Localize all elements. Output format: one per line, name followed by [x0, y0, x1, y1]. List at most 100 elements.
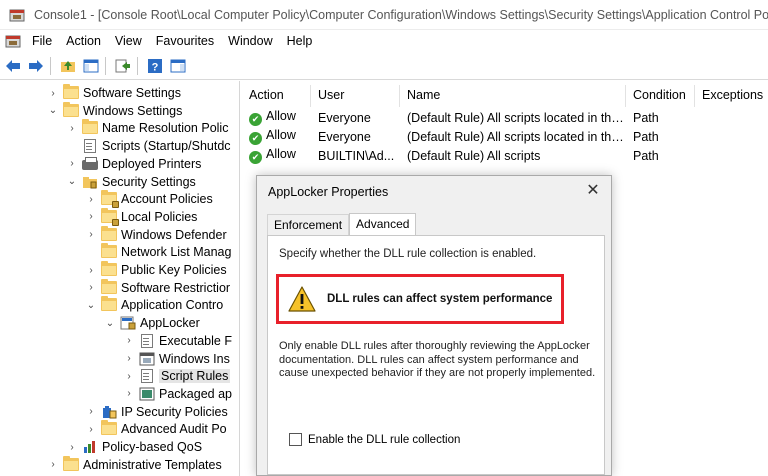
tree-item[interactable]: › Policy-based QoS	[66, 438, 202, 456]
cell-condition: Path	[633, 110, 659, 125]
cell-condition: Path	[633, 129, 659, 144]
chevron-right-icon[interactable]: ›	[85, 211, 97, 222]
forward-arrow-icon[interactable]	[26, 56, 46, 76]
chevron-right-icon[interactable]: ›	[85, 406, 97, 417]
console-tree[interactable]: › Software Settings ⌄ Windows Settings › Name…	[0, 81, 240, 476]
folder-icon	[101, 278, 117, 295]
chevron-right-icon[interactable]: ›	[85, 424, 97, 435]
chevron-right-icon[interactable]: ›	[66, 123, 78, 134]
qos-chart-icon	[82, 440, 98, 454]
locked-folder-icon	[101, 190, 119, 209]
tree-item[interactable]: › Deployed Printers	[66, 155, 201, 173]
tree-item[interactable]: › Software Settings	[47, 84, 181, 102]
tree-item-label: Local Policies	[121, 209, 198, 224]
tree-item[interactable]: Scripts (Startup/Shutdc	[66, 137, 231, 155]
warning-icon	[287, 285, 317, 313]
cell-user: Everyone	[318, 129, 371, 144]
tree-item-label: Windows Settings	[83, 103, 183, 118]
system-menu-icon[interactable]	[5, 33, 21, 49]
menu-bar: File Action View Favourites Window Help	[0, 30, 768, 52]
tree-item[interactable]: › Administrative Templates	[47, 455, 222, 474]
close-icon[interactable]: ✕	[581, 180, 605, 202]
chevron-right-icon[interactable]: ›	[123, 388, 135, 399]
cell-user: BUILTIN\Ad...	[318, 148, 395, 163]
tree-item-label: Windows Ins	[159, 351, 230, 366]
chevron-down-icon[interactable]: ⌄	[66, 176, 78, 187]
column-header-name[interactable]: Name	[400, 85, 626, 107]
chevron-right-icon[interactable]: ›	[66, 442, 78, 453]
chevron-down-icon[interactable]: ⌄	[85, 300, 97, 311]
toolbar-separator	[137, 56, 138, 75]
tree-item[interactable]: ⌄ Security Settings	[66, 173, 196, 191]
table-row[interactable]: ✔ Allow BUILTIN\Ad... (Default Rule) All sc…	[242, 146, 768, 165]
cell-action: ✔ Allow	[242, 109, 311, 126]
show-hide-tree-icon[interactable]	[81, 56, 101, 76]
table-row[interactable]: ✔ Allow Everyone (Default Rule) All scripts…	[242, 108, 768, 127]
packaged-app-icon	[139, 387, 155, 401]
tree-item-label: Scripts (Startup/Shutdc	[102, 139, 231, 154]
chevron-right-icon[interactable]: ›	[47, 88, 59, 99]
column-header-exceptions[interactable]: Exceptions	[695, 85, 768, 107]
action-text: Allow	[266, 128, 296, 142]
chevron-right-icon[interactable]: ›	[85, 229, 97, 240]
cell-action: ✔ Allow	[242, 128, 311, 145]
tab-advanced[interactable]: Advanced	[349, 213, 417, 235]
chevron-right-icon[interactable]: ›	[85, 282, 97, 293]
tree-item[interactable]: › Local Policies	[85, 207, 198, 226]
tree-item-label: Software Settings	[83, 86, 181, 100]
folder-icon	[82, 119, 98, 135]
up-folder-icon[interactable]	[58, 56, 78, 76]
menu-favourites[interactable]: Favourites	[149, 30, 221, 52]
column-header-user[interactable]: User	[311, 85, 400, 107]
tree-item[interactable]: › Executable F	[123, 332, 232, 350]
chevron-right-icon[interactable]: ›	[47, 459, 59, 470]
chevron-right-icon[interactable]: ›	[66, 158, 78, 169]
back-arrow-icon[interactable]	[3, 56, 23, 76]
menu-file[interactable]: File	[25, 30, 59, 52]
tree-item[interactable]: › Windows Defender	[85, 225, 227, 244]
export-list-icon[interactable]	[113, 56, 133, 76]
tree-item[interactable]: Network List Manag	[85, 243, 231, 261]
tree-item[interactable]: › Script Rules	[123, 367, 231, 385]
advanced-tab-panel: Specify whether the DLL rule collection …	[267, 235, 605, 475]
column-header-condition[interactable]: Condition	[626, 85, 695, 107]
tree-item[interactable]: › Public Key Policies	[85, 261, 227, 279]
menu-action[interactable]: Action	[59, 30, 108, 52]
chevron-right-icon[interactable]: ›	[123, 353, 135, 364]
chevron-right-icon[interactable]: ›	[123, 335, 135, 346]
column-header-action[interactable]: Action	[242, 85, 311, 107]
table-row[interactable]: ✔ Allow Everyone (Default Rule) All scripts…	[242, 127, 768, 146]
ip-security-icon	[101, 405, 117, 419]
show-hide-action-pane-icon[interactable]	[168, 56, 188, 76]
enable-dll-rule-label[interactable]: Enable the DLL rule collection	[308, 434, 460, 446]
menu-view[interactable]: View	[108, 30, 149, 52]
cell-name: (Default Rule) All scripts	[407, 148, 541, 163]
help-icon[interactable]: ?	[145, 56, 165, 76]
chevron-down-icon[interactable]: ⌄	[47, 105, 59, 116]
menu-window[interactable]: Window	[221, 30, 279, 52]
tree-item[interactable]: › Advanced Audit Po	[85, 420, 227, 438]
chevron-right-icon[interactable]: ›	[85, 194, 97, 205]
applocker-properties-dialog: AppLocker Properties ✕ Enforcement Advan…	[256, 175, 612, 476]
chevron-right-icon[interactable]: ›	[123, 371, 135, 382]
tab-enforcement[interactable]: Enforcement	[267, 214, 350, 235]
folder-icon	[63, 84, 79, 100]
chevron-right-icon[interactable]: ›	[85, 265, 97, 276]
enable-dll-rule-row[interactable]: Enable the DLL rule collection	[289, 433, 460, 446]
menu-help[interactable]: Help	[280, 30, 320, 52]
folder-icon	[101, 225, 117, 242]
tree-item[interactable]: ⌄ AppLocker	[104, 314, 200, 332]
tree-item[interactable]: › Windows Ins	[123, 350, 230, 368]
tree-item[interactable]: ⌄ Windows Settings	[47, 101, 183, 120]
tree-item[interactable]: › Packaged ap	[123, 385, 232, 403]
folder-icon	[101, 261, 117, 277]
enable-dll-rule-checkbox[interactable]	[289, 433, 302, 446]
chevron-down-icon[interactable]: ⌄	[104, 318, 116, 329]
tree-item-label: Account Policies	[121, 192, 213, 207]
tree-item[interactable]: › Software Restrictior	[85, 278, 231, 297]
tree-item[interactable]: › Name Resolution Polic	[66, 119, 228, 137]
tree-item[interactable]: ⌄ Application Contro	[85, 296, 223, 314]
tree-item[interactable]: › IP Security Policies	[85, 403, 227, 421]
tree-item-label: Software Restrictior	[121, 280, 231, 295]
tree-item[interactable]: › Account Policies	[85, 190, 213, 209]
